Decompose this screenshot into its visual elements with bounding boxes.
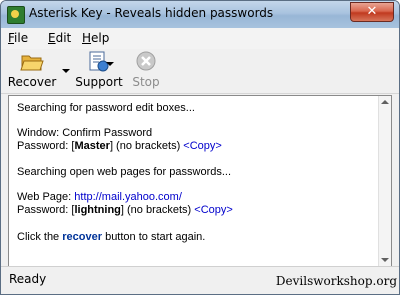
- stop-icon: [136, 51, 156, 71]
- support-dropdown-arrow-icon[interactable]: [106, 62, 114, 66]
- click-suffix: button to start again.: [102, 231, 206, 243]
- password2-suffix: ] (no brackets): [120, 204, 195, 216]
- click-prefix: Click the: [17, 231, 63, 243]
- output-panel[interactable]: Searching for password edit boxes... Win…: [8, 95, 392, 267]
- stop-label: Stop: [132, 75, 160, 89]
- password1-value: Master: [74, 140, 110, 152]
- main-window: Asterisk Key - Reveals hidden passwords …: [0, 0, 400, 295]
- output-line-webpage: Web Page: http://mail.yahoo.com/: [17, 191, 182, 204]
- click-recover-word: recover: [62, 231, 103, 243]
- recover-dropdown-arrow-icon[interactable]: [62, 69, 70, 73]
- webpage-prefix: Web Page:: [17, 191, 75, 203]
- status-text: Ready: [9, 272, 47, 286]
- output-line-search-web: Searching open web pages for passwords..…: [17, 166, 232, 178]
- password1-prefix: Password: [: [17, 140, 75, 152]
- copy-link-1[interactable]: <Copy>: [183, 140, 222, 152]
- password2-value: lightning: [74, 204, 121, 216]
- scroll-up-icon[interactable]: [381, 100, 389, 104]
- copy-link-2[interactable]: <Copy>: [194, 204, 233, 216]
- webpage-url-link[interactable]: http://mail.yahoo.com/: [74, 191, 182, 203]
- vertical-scrollbar[interactable]: [378, 96, 391, 266]
- output-line-search-edit: Searching for password edit boxes...: [17, 102, 195, 114]
- toolbar: Recover Support Stop: [1, 49, 399, 94]
- output-text-area[interactable]: Searching for password edit boxes... Win…: [9, 96, 379, 266]
- menu-file[interactable]: File: [8, 31, 28, 45]
- close-button[interactable]: ✕: [350, 2, 394, 22]
- support-label: Support: [75, 75, 123, 89]
- menu-help[interactable]: Help: [82, 31, 109, 45]
- watermark: Devilsworkshop.org: [275, 274, 397, 288]
- password1-suffix: ] (no brackets): [109, 140, 184, 152]
- app-key-icon: [7, 6, 25, 24]
- menu-edit[interactable]: Edit: [48, 31, 71, 45]
- output-line-password2: Password: [lightning] (no brackets) <Cop…: [17, 204, 233, 217]
- window-prefix: Window:: [17, 127, 63, 139]
- scroll-down-icon[interactable]: [381, 258, 389, 262]
- recover-button[interactable]: Recover: [7, 51, 57, 91]
- output-line-window: Window: Confirm Password: [17, 127, 152, 140]
- stop-button[interactable]: Stop: [126, 51, 166, 91]
- support-button[interactable]: Support: [74, 51, 124, 91]
- title-bar[interactable]: Asterisk Key - Reveals hidden passwords …: [1, 1, 399, 28]
- output-line-click: Click the recover button to start again.: [17, 231, 205, 244]
- folder-open-icon: [20, 55, 44, 71]
- password2-prefix: Password: [: [17, 204, 75, 216]
- window-name: Confirm Password: [62, 127, 153, 139]
- output-line-password1: Password: [Master] (no brackets) <Copy>: [17, 140, 222, 153]
- recover-label: Recover: [7, 75, 57, 89]
- menu-bar: File Edit Help: [1, 28, 399, 50]
- window-title: Asterisk Key - Reveals hidden passwords: [29, 6, 274, 20]
